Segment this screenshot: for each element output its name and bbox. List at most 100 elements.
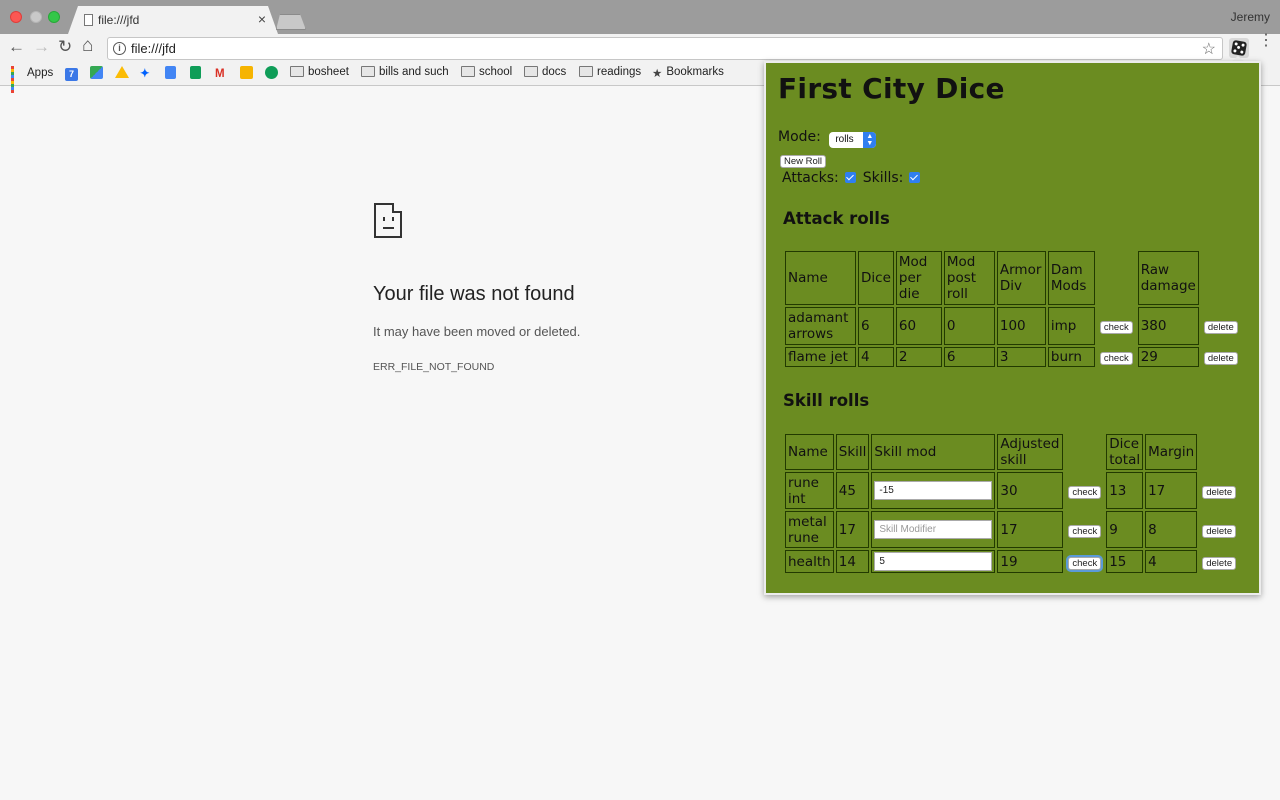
skills-label: Skills: <box>862 170 904 186</box>
close-window-button[interactable] <box>10 11 22 23</box>
table-row: adamant arrows 6 60 0 100 imp check 380 … <box>785 307 1241 345</box>
bookmark-star-icon[interactable]: ☆ <box>1202 39 1216 59</box>
check-button[interactable]: check <box>1068 524 1102 538</box>
delete-button[interactable]: delete <box>1202 556 1237 570</box>
mode-select[interactable]: rolls ▲ ▼ <box>829 132 877 148</box>
bookmark-drive[interactable] <box>115 66 133 79</box>
header-mod-per-die: Mod per die <box>895 251 942 305</box>
reload-icon[interactable]: ↻ <box>58 37 72 57</box>
cell-name: rune int <box>785 472 834 509</box>
mode-row: Mode: rolls ▲ ▼ <box>778 129 877 148</box>
home-icon[interactable]: ⌂ <box>82 35 93 57</box>
dice-extension-popup: First City Dice Mode: rolls ▲ ▼ New Roll … <box>764 61 1261 595</box>
error-code: ERR_FILE_NOT_FOUND <box>373 361 495 373</box>
table-row: flame jet 4 2 6 3 burn check 29 delete <box>785 347 1241 367</box>
chrome-menu-icon[interactable]: ⋮ <box>1258 33 1274 49</box>
bookmark-maps[interactable] <box>90 66 107 80</box>
bookmark-other-bookmarks[interactable]: ★ Bookmarks <box>652 66 724 80</box>
table-header-row: Name Skill Skill mod Adjusted skill Dice… <box>785 434 1239 470</box>
error-subtitle: It may have been moved or deleted. <box>373 324 581 339</box>
bookmark-label: bosheet <box>308 66 349 78</box>
attacks-label: Attacks: <box>782 170 839 186</box>
cell-skill: 14 <box>835 550 870 573</box>
sad-file-icon <box>374 203 402 238</box>
cell-skill: 45 <box>835 472 870 509</box>
skill-mod-input[interactable] <box>874 520 993 539</box>
bookmark-sheets[interactable] <box>190 66 205 80</box>
gmail-icon: M <box>215 68 225 80</box>
star-icon: ★ <box>652 68 663 80</box>
check-button[interactable]: check <box>1068 485 1102 499</box>
file-icon <box>84 14 93 26</box>
cell-margin: 4 <box>1145 550 1198 573</box>
cell-skill: 17 <box>835 511 870 548</box>
minimize-window-button[interactable] <box>30 11 42 23</box>
bookmark-hangouts[interactable] <box>265 66 282 80</box>
bookmark-keep[interactable] <box>240 66 257 80</box>
folder-icon <box>524 66 538 77</box>
bookmark-apps[interactable]: Apps <box>11 66 54 93</box>
bookmark-folder-docs[interactable]: docs <box>524 66 566 78</box>
delete-button[interactable]: delete <box>1203 321 1238 334</box>
popup-title: First City Dice <box>778 72 1005 105</box>
url-text[interactable]: file:///jfd <box>131 41 176 56</box>
attacks-checkbox[interactable] <box>844 172 856 183</box>
bookmark-docs[interactable] <box>165 66 180 80</box>
delete-button[interactable]: delete <box>1202 524 1237 538</box>
maps-icon <box>90 66 103 79</box>
browser-tab[interactable]: file:///jfd × <box>68 6 278 34</box>
bookmark-folder-bills[interactable]: bills and such <box>361 66 449 78</box>
bookmark-folder-school[interactable]: school <box>461 66 512 78</box>
check-button[interactable]: check <box>1099 321 1133 334</box>
new-roll-button[interactable]: New Roll <box>780 155 827 168</box>
forward-icon[interactable]: → <box>33 37 50 57</box>
cell-raw-damage: 380 <box>1137 307 1199 345</box>
header-armor-div: Armor Div <box>996 251 1046 305</box>
skill-rolls-heading: Skill rolls <box>783 391 870 410</box>
profile-name[interactable]: Jeremy <box>1231 10 1270 24</box>
cell-mod-per-die: 2 <box>895 347 942 367</box>
address-bar[interactable]: i file:///jfd ☆ <box>107 37 1223 60</box>
delete-button[interactable]: delete <box>1202 485 1237 499</box>
bookmark-label: Apps <box>27 67 54 79</box>
tab-close-icon[interactable]: × <box>258 11 266 27</box>
bookmark-label: docs <box>542 66 567 78</box>
cell-dam-mods: imp <box>1047 307 1095 345</box>
check-button[interactable]: check <box>1099 352 1133 365</box>
check-button[interactable]: check <box>1068 556 1102 570</box>
cell-adjusted-skill: 19 <box>997 550 1064 573</box>
section-toggles: Attacks: Skills: <box>782 170 927 186</box>
folder-icon <box>579 66 593 77</box>
bookmark-folder-bosheet[interactable]: bosheet <box>290 66 349 78</box>
skill-mod-input[interactable] <box>874 552 993 571</box>
cell-name: flame jet <box>785 347 856 367</box>
skill-mod-input[interactable] <box>874 481 993 500</box>
new-tab-button[interactable] <box>276 14 306 30</box>
folder-icon <box>290 66 304 77</box>
delete-button[interactable]: delete <box>1203 352 1238 365</box>
bookmark-dropbox[interactable]: ✦ <box>140 66 154 80</box>
bookmark-folder-readings[interactable]: readings <box>579 66 641 78</box>
cell-margin: 17 <box>1145 472 1198 509</box>
maximize-window-button[interactable] <box>48 11 60 23</box>
bookmark-label: bills and such <box>379 66 449 78</box>
error-title: Your file was not found <box>373 283 575 305</box>
sheets-icon <box>190 66 201 79</box>
browser-toolbar: ← → ↻ ⌂ i file:///jfd ☆ <box>0 34 1280 62</box>
back-icon[interactable]: ← <box>8 37 25 57</box>
bookmark-label: readings <box>597 66 642 78</box>
skill-rolls-table: Name Skill Skill mod Adjusted skill Dice… <box>783 432 1241 575</box>
dice-extension-button[interactable] <box>1229 38 1249 58</box>
apps-grid-icon <box>11 66 23 93</box>
info-icon[interactable]: i <box>113 42 126 55</box>
header-margin: Margin <box>1145 434 1198 470</box>
hangouts-icon <box>265 66 278 79</box>
select-arrows-icon: ▲ ▼ <box>863 132 877 148</box>
bookmark-calendar[interactable]: 7 <box>65 66 82 81</box>
skills-checkbox[interactable] <box>909 172 921 183</box>
header-skill: Skill <box>835 434 870 470</box>
cell-dice-total: 15 <box>1106 550 1144 573</box>
bookmark-gmail[interactable]: M <box>215 66 229 80</box>
cell-armor-div: 100 <box>996 307 1046 345</box>
cell-dice: 4 <box>858 347 894 367</box>
